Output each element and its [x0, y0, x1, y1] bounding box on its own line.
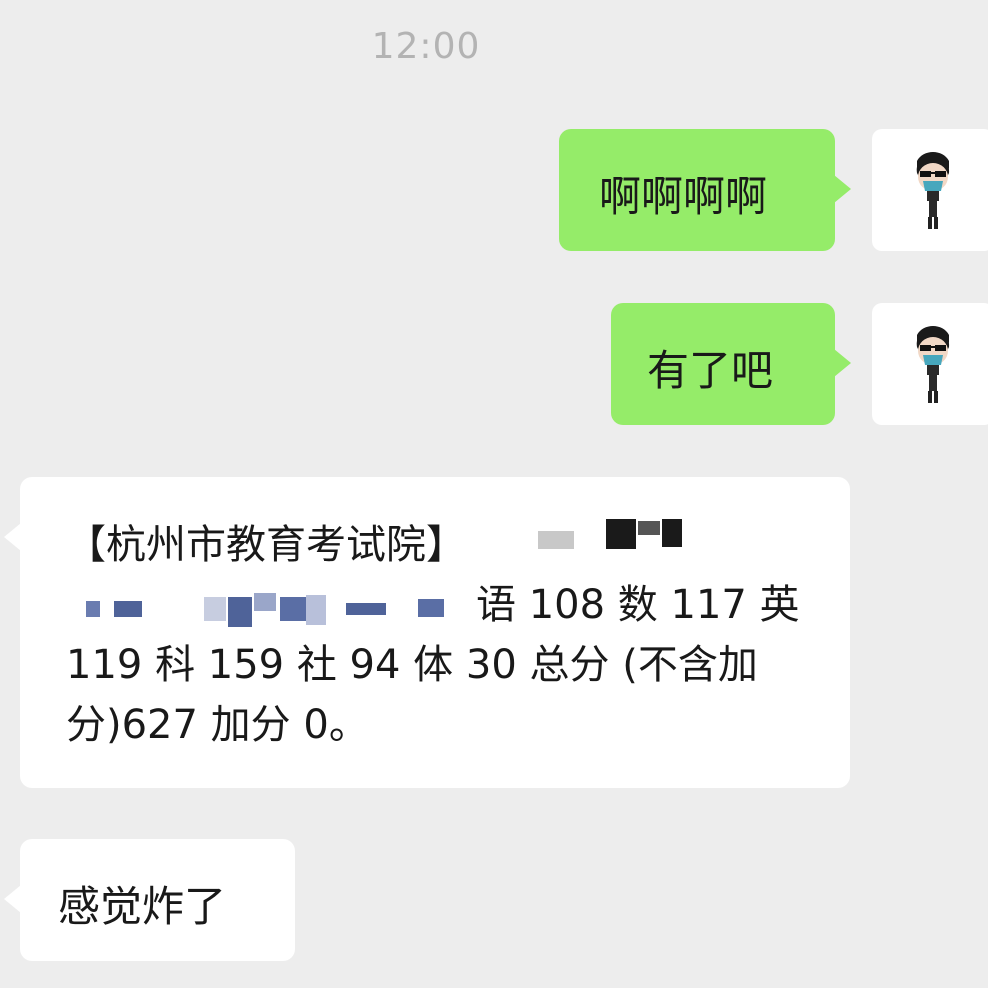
redaction-mosaic: [254, 593, 276, 611]
my-avatar[interactable]: [872, 303, 988, 425]
message-line: 119 科 159 社 94 体 30 总分 (不含加: [66, 635, 850, 695]
incoming-message-bubble[interactable]: 【杭州市教育考试院】 语 108 数 117 英 119 科 159 社 94 …: [4, 477, 850, 788]
incoming-message-bubble[interactable]: 感觉炸了: [4, 839, 295, 961]
message-text: 啊啊啊啊: [599, 172, 768, 221]
redaction-mosaic: [280, 597, 306, 621]
redaction-mosaic: [204, 597, 226, 621]
redaction-mosaic: [86, 601, 100, 617]
redaction-mosaic: [114, 601, 142, 617]
cartoon-person-avatar-icon: [916, 152, 950, 229]
message-line: 分)627 加分 0。: [66, 695, 850, 755]
outgoing-message-bubble[interactable]: 有了吧: [611, 303, 851, 425]
my-avatar[interactable]: [872, 129, 988, 251]
redaction-mosaic: [418, 599, 444, 617]
cartoon-person-avatar-icon: [916, 326, 950, 403]
message-text: 语 108 数 117 英: [476, 582, 800, 628]
message-text: 【杭州市教育考试院】: [66, 522, 466, 568]
message-text: 有了吧: [647, 346, 774, 395]
redaction-mosaic: [228, 597, 252, 627]
redaction-mosaic: [538, 531, 574, 549]
message-line: 语 108 数 117 英: [66, 575, 850, 635]
redaction-mosaic: [606, 519, 636, 549]
message-timestamp: 12:00: [371, 26, 481, 67]
message-line: 【杭州市教育考试院】: [66, 515, 850, 575]
message-text: 119 科 159 社 94 体 30 总分 (不含加: [66, 642, 758, 688]
redaction-mosaic: [306, 595, 326, 625]
message-text: 分)627 加分 0。: [66, 702, 369, 748]
redaction-mosaic: [662, 519, 682, 547]
redaction-mosaic: [346, 603, 386, 615]
redaction-mosaic: [638, 521, 660, 535]
outgoing-message-bubble[interactable]: 啊啊啊啊: [559, 129, 851, 251]
message-text: 感觉炸了: [58, 882, 227, 931]
